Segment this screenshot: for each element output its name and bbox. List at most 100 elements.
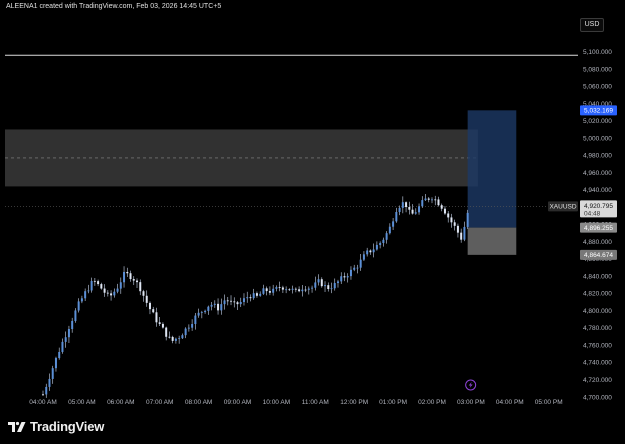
candle-body[interactable]	[424, 198, 427, 201]
candle-body[interactable]	[301, 289, 304, 292]
position-target-box[interactable]	[467, 110, 517, 228]
candle-body[interactable]	[288, 289, 291, 291]
candle-body[interactable]	[152, 309, 155, 313]
candle-body[interactable]	[281, 287, 284, 290]
candle-body[interactable]	[268, 291, 271, 293]
candle-body[interactable]	[136, 280, 139, 283]
candle-body[interactable]	[123, 271, 126, 283]
candle-body[interactable]	[246, 297, 249, 299]
candle-body[interactable]	[87, 290, 90, 292]
candle-body[interactable]	[398, 207, 401, 212]
candle-body[interactable]	[317, 279, 320, 283]
candle-body[interactable]	[304, 289, 307, 291]
candle-body[interactable]	[259, 293, 262, 296]
candle-body[interactable]	[353, 267, 356, 270]
candle-body[interactable]	[71, 320, 74, 330]
candle-body[interactable]	[427, 198, 430, 200]
candle-body[interactable]	[51, 368, 54, 379]
candle-body[interactable]	[362, 254, 365, 260]
candle-body[interactable]	[440, 205, 443, 209]
candle-body[interactable]	[230, 300, 233, 302]
candle-body[interactable]	[207, 306, 210, 311]
candle-body[interactable]	[330, 288, 333, 290]
candle-body[interactable]	[178, 338, 181, 339]
candle-body[interactable]	[372, 249, 375, 253]
candle-body[interactable]	[45, 386, 48, 395]
candle-body[interactable]	[204, 310, 207, 313]
candle-body[interactable]	[226, 300, 229, 302]
candle-body[interactable]	[379, 243, 382, 245]
candle-body[interactable]	[431, 199, 433, 201]
candle-body[interactable]	[80, 298, 83, 302]
candle-body[interactable]	[447, 213, 450, 218]
candle-body[interactable]	[356, 267, 359, 269]
candle-body[interactable]	[97, 281, 100, 285]
candle-body[interactable]	[161, 323, 164, 328]
candle-body[interactable]	[272, 288, 275, 293]
candle-body[interactable]	[148, 302, 151, 310]
candle-body[interactable]	[48, 378, 51, 387]
candle-body[interactable]	[126, 271, 129, 274]
candle-body[interactable]	[359, 259, 362, 268]
candle-body[interactable]	[184, 328, 187, 336]
candle-body[interactable]	[366, 250, 369, 255]
candle-body[interactable]	[54, 358, 57, 369]
candle-body[interactable]	[239, 301, 242, 305]
candle-body[interactable]	[145, 295, 148, 303]
candle-body[interactable]	[307, 288, 310, 290]
candle-body[interactable]	[84, 291, 87, 299]
candle-body[interactable]	[414, 212, 417, 214]
candle-body[interactable]	[324, 285, 327, 287]
candle-body[interactable]	[74, 310, 77, 321]
candle-body[interactable]	[343, 276, 346, 278]
candle-body[interactable]	[187, 327, 190, 329]
candle-body[interactable]	[217, 303, 220, 311]
candle-body[interactable]	[382, 239, 385, 244]
candle-body[interactable]	[456, 225, 459, 233]
candle-body[interactable]	[174, 338, 177, 341]
candle-body[interactable]	[291, 288, 294, 290]
position-stop-box[interactable]	[467, 227, 517, 255]
candle-body[interactable]	[327, 285, 330, 290]
candle-body[interactable]	[463, 226, 466, 240]
candle-body[interactable]	[336, 281, 339, 284]
candle-body[interactable]	[213, 303, 216, 305]
candle-body[interactable]	[275, 287, 278, 289]
candlestick-chart[interactable]: 4,700.000 4,720.000 4,740.000 4,760.000 4,78…	[0, 0, 625, 444]
candle-body[interactable]	[421, 200, 424, 207]
candle-body[interactable]	[265, 288, 268, 292]
candle-body[interactable]	[116, 288, 119, 292]
candle-body[interactable]	[233, 301, 236, 303]
candle-body[interactable]	[168, 336, 171, 338]
candle-body[interactable]	[191, 323, 194, 328]
candle-body[interactable]	[42, 394, 44, 396]
candle-body[interactable]	[100, 284, 103, 289]
candle-body[interactable]	[132, 279, 135, 281]
candle-body[interactable]	[139, 282, 142, 292]
candle-body[interactable]	[262, 288, 265, 294]
candle-body[interactable]	[255, 293, 258, 296]
candle-body[interactable]	[252, 293, 255, 299]
candle-body[interactable]	[408, 207, 411, 210]
candle-body[interactable]	[285, 289, 288, 291]
candle-body[interactable]	[103, 288, 106, 293]
candle-body[interactable]	[93, 280, 96, 282]
candle-body[interactable]	[67, 329, 70, 338]
candle-body[interactable]	[119, 282, 122, 289]
candle-body[interactable]	[298, 289, 301, 292]
candle-body[interactable]	[314, 282, 317, 288]
candle-body[interactable]	[77, 301, 80, 311]
candle-body[interactable]	[375, 244, 378, 250]
candle-body[interactable]	[197, 312, 200, 316]
candle-body[interactable]	[349, 269, 352, 277]
candle-body[interactable]	[346, 276, 349, 278]
candle-body[interactable]	[294, 288, 297, 290]
candle-body[interactable]	[142, 291, 145, 296]
candle-body[interactable]	[434, 199, 437, 201]
candle-body[interactable]	[236, 302, 239, 305]
candle-body[interactable]	[200, 312, 203, 313]
candle-body[interactable]	[388, 226, 391, 234]
candle-body[interactable]	[411, 209, 414, 214]
candle-body[interactable]	[106, 292, 109, 294]
candle-body[interactable]	[165, 327, 168, 337]
